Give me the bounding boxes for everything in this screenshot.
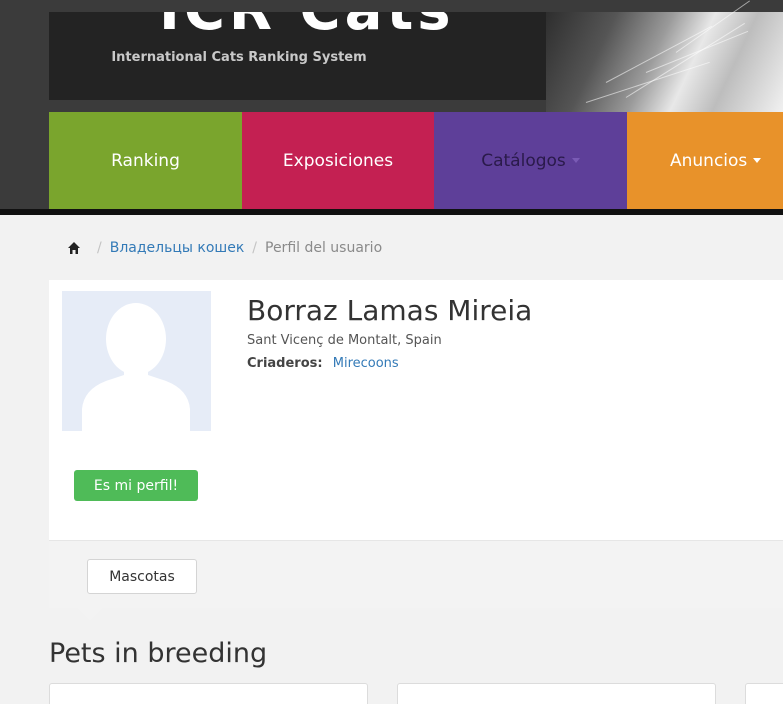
logo[interactable]: ICR Cats International Cats Ranking Syst… <box>49 12 546 100</box>
section-title: Pets in breeding <box>49 638 268 669</box>
pet-card[interactable] <box>397 683 716 704</box>
nav-catalogos-label: Catálogos <box>481 150 566 171</box>
tab-pointer <box>78 608 102 620</box>
logo-text: ICR Cats <box>159 12 455 43</box>
profile-tabs: Mascotas <box>49 540 783 608</box>
chevron-down-icon <box>571 158 580 163</box>
header-divider <box>0 209 783 215</box>
home-icon[interactable] <box>67 241 81 255</box>
breadcrumb-link[interactable]: Владельцы кошек <box>110 240 245 256</box>
profile-name: Borraz Lamas Mireia <box>247 294 533 327</box>
profile-location: Sant Vicenç de Montalt, Spain <box>247 333 442 348</box>
profile-card: Borraz Lamas Mireia Sant Vicenç de Monta… <box>49 280 783 540</box>
avatar <box>62 291 211 431</box>
nav-exposiciones[interactable]: Exposiciones <box>242 112 434 209</box>
header-cat-photo <box>546 0 783 112</box>
breadcrumb-separator: / <box>252 240 257 256</box>
user-silhouette-icon <box>82 303 190 431</box>
pet-card[interactable] <box>49 683 368 704</box>
nav-ranking[interactable]: Ranking <box>49 112 242 209</box>
logo-subtitle: International Cats Ranking System <box>111 50 367 65</box>
breeder-label: Criaderos: <box>247 356 323 371</box>
nav-anuncios[interactable]: Anuncios <box>627 112 783 209</box>
nav-catalogos[interactable]: Catálogos <box>434 112 627 209</box>
nav-exposiciones-label: Exposiciones <box>282 150 394 171</box>
main-nav: Ranking Exposiciones Catálogos Anuncios <box>49 112 783 209</box>
profile-breeder: Criaderos: Mirecoons <box>247 356 399 371</box>
nav-anuncios-label: Anuncios <box>670 150 748 171</box>
breadcrumb-separator: / <box>97 240 102 256</box>
breadcrumb-current: Perfil del usuario <box>265 240 383 256</box>
tab-mascotas[interactable]: Mascotas <box>87 559 197 594</box>
chevron-down-icon <box>753 158 762 163</box>
breeder-link[interactable]: Mirecoons <box>333 356 399 371</box>
claim-profile-button[interactable]: Es mi perfil! <box>74 470 198 501</box>
pet-card[interactable] <box>745 683 783 704</box>
breadcrumb: / Владельцы кошек / Perfil del usuario <box>67 240 382 256</box>
nav-ranking-label: Ranking <box>111 150 180 171</box>
